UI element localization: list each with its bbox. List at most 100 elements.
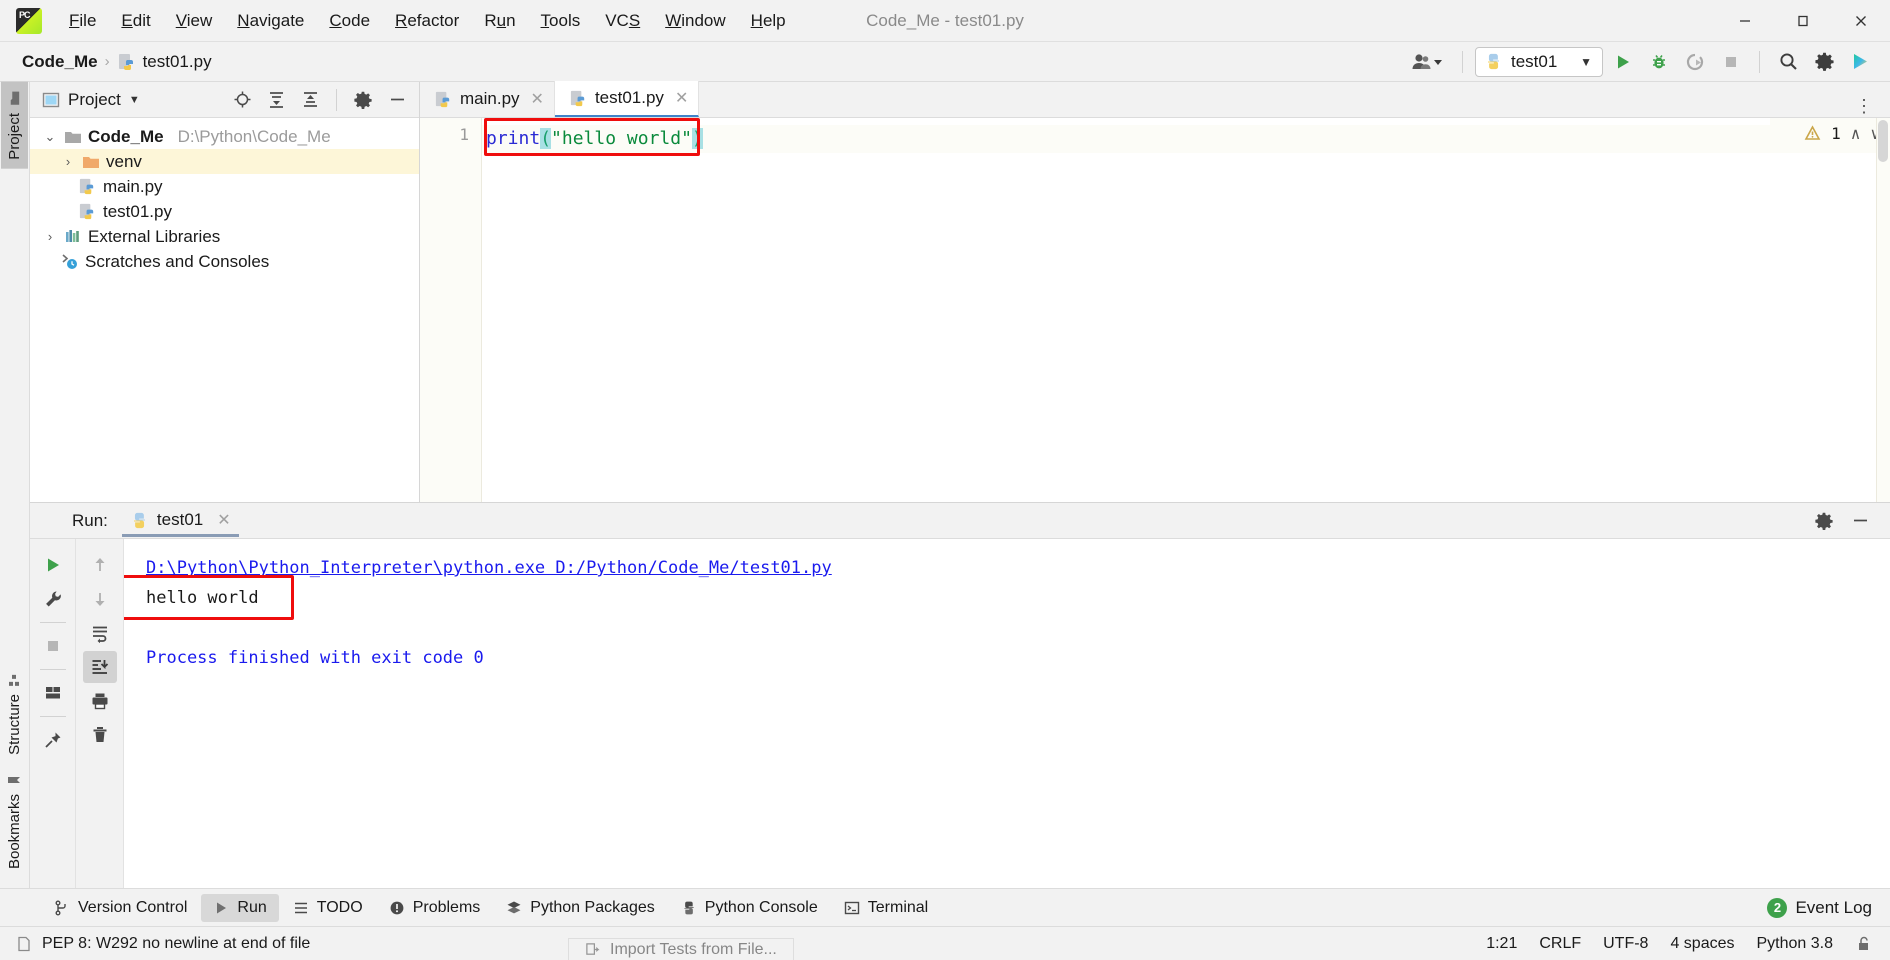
editor-scrollbar[interactable] bbox=[1876, 118, 1890, 502]
breadcrumb-file[interactable]: test01.py bbox=[117, 52, 212, 72]
tree-item-main-py[interactable]: main.py bbox=[30, 174, 419, 199]
event-log-label[interactable]: Event Log bbox=[1795, 898, 1872, 918]
context-menu-peek[interactable]: Import Tests from File... bbox=[568, 938, 794, 960]
sidebar-item-bookmarks[interactable]: Bookmarks bbox=[1, 764, 28, 878]
menu-view[interactable]: View bbox=[165, 7, 224, 35]
arrow-up-icon[interactable] bbox=[83, 549, 117, 581]
expand-all-icon[interactable] bbox=[260, 85, 292, 115]
editor-inspection-widget[interactable]: 1 ∧ ∨ bbox=[1770, 118, 1890, 148]
tree-item-code-me[interactable]: ⌄ Code_Me D:\Python\Code_Me bbox=[30, 124, 419, 149]
tree-item-external-libraries[interactable]: › External Libraries bbox=[30, 224, 419, 249]
account-icon[interactable] bbox=[1402, 47, 1450, 77]
gear-icon[interactable] bbox=[347, 85, 379, 115]
print-icon[interactable] bbox=[83, 685, 117, 717]
collapse-all-icon[interactable] bbox=[294, 85, 326, 115]
maximize-button[interactable] bbox=[1774, 0, 1832, 42]
tool-button-run[interactable]: Run bbox=[201, 893, 279, 922]
window-controls bbox=[1716, 0, 1890, 42]
run-tab-test01[interactable]: test01 ✕ bbox=[121, 504, 239, 537]
menu-refactor[interactable]: Refactor bbox=[384, 7, 470, 35]
menu-window[interactable]: Window bbox=[654, 7, 736, 35]
tool-button-todo[interactable]: TODO bbox=[281, 894, 375, 922]
hide-icon[interactable] bbox=[1844, 506, 1876, 536]
trash-icon[interactable] bbox=[83, 719, 117, 751]
menu-navigate[interactable]: Navigate bbox=[226, 7, 315, 35]
stop-button[interactable] bbox=[1715, 47, 1747, 77]
code-content[interactable]: print("hello world") 1 ∧ ∨ bbox=[482, 118, 1890, 502]
menu-tools[interactable]: Tools bbox=[530, 7, 592, 35]
tool-button-python-console[interactable]: Python Console bbox=[669, 894, 830, 922]
sidebar-item-project[interactable]: Project bbox=[1, 82, 28, 169]
console-line-command[interactable]: D:\Python\Python_Interpreter\python.exe … bbox=[146, 553, 1890, 583]
menu-edit[interactable]: Edit bbox=[110, 7, 161, 35]
menu-code[interactable]: Code bbox=[318, 7, 381, 35]
settings-gear-icon[interactable] bbox=[1808, 47, 1840, 77]
editor-options-kebab-icon[interactable]: ⋮ bbox=[1839, 96, 1890, 117]
scroll-to-end-icon[interactable] bbox=[82, 651, 117, 683]
layout-icon[interactable] bbox=[36, 677, 70, 709]
coverage-button[interactable] bbox=[1679, 47, 1711, 77]
search-everywhere-icon[interactable] bbox=[1772, 47, 1804, 77]
sidebar-project-label: Project bbox=[6, 113, 23, 160]
stop-icon[interactable] bbox=[36, 630, 70, 662]
chevron-right-icon[interactable]: › bbox=[60, 154, 76, 169]
gear-icon[interactable] bbox=[1808, 506, 1840, 536]
run-configuration-selector[interactable]: test01 ▼ bbox=[1475, 46, 1603, 77]
close-icon[interactable]: ✕ bbox=[531, 89, 544, 109]
select-opened-file-icon[interactable] bbox=[226, 85, 258, 115]
play-icon bbox=[213, 900, 229, 916]
context-menu-item-label: Import Tests from File... bbox=[610, 940, 777, 958]
chevron-right-icon[interactable]: › bbox=[42, 229, 58, 244]
tree-item-venv[interactable]: › venv bbox=[30, 149, 419, 174]
menu-help[interactable]: Help bbox=[740, 7, 797, 35]
project-panel-title[interactable]: Project ▼ bbox=[42, 90, 140, 110]
close-icon[interactable]: ✕ bbox=[217, 510, 230, 530]
scrollbar-thumb[interactable] bbox=[1878, 120, 1888, 162]
menu-vcs[interactable]: VCS bbox=[594, 7, 651, 35]
code-editor[interactable]: 1 print("hello world") 1 ∧ ∨ bbox=[420, 118, 1890, 502]
file-encoding[interactable]: UTF-8 bbox=[1603, 935, 1648, 953]
run-console-output[interactable]: D:\Python\Python_Interpreter\python.exe … bbox=[124, 539, 1890, 888]
updates-icon[interactable] bbox=[1844, 47, 1876, 77]
tree-item-scratches-and-consoles[interactable]: Scratches and Consoles bbox=[30, 249, 419, 274]
run-button[interactable] bbox=[1607, 47, 1639, 77]
project-window-icon bbox=[42, 91, 60, 109]
main-body: Project Structure Bookmarks Project ▼ ⌄ … bbox=[0, 81, 1890, 888]
tree-item-test01-py[interactable]: test01.py bbox=[30, 199, 419, 224]
tree-item-label: Code_Me bbox=[88, 126, 164, 146]
inspection-count: 1 bbox=[1831, 123, 1841, 143]
hide-icon[interactable] bbox=[381, 85, 413, 115]
code-line-1[interactable]: print("hello world") bbox=[482, 125, 1890, 153]
console-interpreter-path[interactable]: D:\Python\Python_Interpreter\python.exe … bbox=[146, 558, 832, 578]
pin-icon[interactable] bbox=[36, 724, 70, 756]
close-button[interactable] bbox=[1832, 0, 1890, 42]
editor-tab-test01-py[interactable]: test01.py ✕ bbox=[554, 81, 700, 117]
tool-button-terminal[interactable]: Terminal bbox=[832, 894, 940, 922]
python-interpreter[interactable]: Python 3.8 bbox=[1757, 935, 1834, 953]
rerun-icon[interactable] bbox=[36, 549, 70, 581]
chevron-down-icon[interactable]: ⌄ bbox=[42, 129, 58, 145]
caret-position[interactable]: 1:21 bbox=[1486, 935, 1517, 953]
window-title: Code_Me - test01.py bbox=[866, 10, 1024, 30]
unlocked-icon[interactable] bbox=[1855, 935, 1872, 952]
event-log-area[interactable]: 2 Event Log bbox=[1767, 897, 1890, 918]
debug-button[interactable] bbox=[1643, 47, 1675, 77]
indent-setting[interactable]: 4 spaces bbox=[1670, 935, 1734, 953]
previous-problem-icon[interactable]: ∧ bbox=[1851, 124, 1861, 143]
arrow-down-icon[interactable] bbox=[83, 583, 117, 615]
menu-run[interactable]: Run bbox=[473, 7, 526, 35]
editor-tab-main-py[interactable]: main.py ✕ bbox=[420, 81, 555, 117]
sidebar-item-structure[interactable]: Structure bbox=[1, 664, 28, 764]
tool-button-python-packages[interactable]: Python Packages bbox=[494, 894, 667, 922]
project-panel-title-label: Project bbox=[68, 89, 121, 109]
menu-file[interactable]: File bbox=[58, 7, 107, 35]
project-tool-window: Project ▼ ⌄ Code_Me D:\Python\Code_Me › … bbox=[30, 82, 420, 502]
close-icon[interactable]: ✕ bbox=[675, 88, 688, 108]
tool-button-version-control[interactable]: Version Control bbox=[42, 894, 199, 922]
wrench-icon[interactable] bbox=[36, 583, 70, 615]
breadcrumb-project[interactable]: Code_Me bbox=[22, 52, 98, 72]
line-separator[interactable]: CRLF bbox=[1539, 935, 1581, 953]
soft-wrap-icon[interactable] bbox=[83, 617, 117, 649]
minimize-button[interactable] bbox=[1716, 0, 1774, 42]
tool-button-problems[interactable]: Problems bbox=[377, 894, 493, 922]
